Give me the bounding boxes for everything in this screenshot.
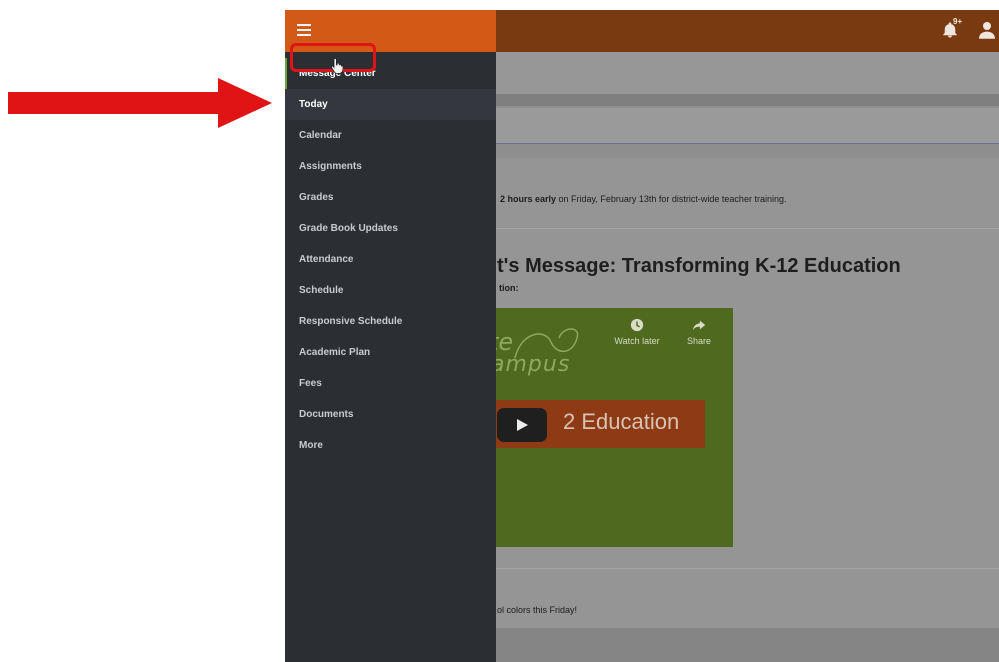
sidebar-item-more[interactable]: More — [285, 430, 496, 461]
hand-cursor-icon — [331, 58, 343, 74]
sidebar-item-schedule[interactable]: Schedule — [285, 275, 496, 306]
notifications-badge: 9+ — [953, 17, 963, 26]
sidebar-item-fees[interactable]: Fees — [285, 368, 496, 399]
hamburger-icon[interactable] — [297, 24, 311, 36]
app-window: 9+ 2 hours early on Friday, February 13t… — [285, 10, 999, 662]
clock-icon — [630, 318, 644, 332]
announcement-text: on Friday, February 13th for district-wi… — [556, 194, 787, 204]
video-banner-text: 2 Education — [563, 409, 680, 434]
sidebar-item-documents[interactable]: Documents — [285, 399, 496, 430]
tab-strip — [485, 108, 999, 144]
notifications-button[interactable]: 9+ — [941, 17, 963, 41]
sidebar-item-grade-book-updates[interactable]: Grade Book Updates — [285, 213, 496, 244]
message-headline: t's Message: Transforming K-12 Education — [497, 255, 901, 277]
sidebar-item-academic-plan[interactable]: Academic Plan — [285, 337, 496, 368]
card-divider — [485, 228, 999, 229]
announcement-bold-text: 2 hours early — [500, 194, 557, 204]
brand-text-line-2: ampus — [491, 352, 571, 377]
sidebar-item-today[interactable]: Today — [285, 89, 496, 120]
announcement-early-release: 2 hours early on Friday, February 13th f… — [500, 194, 786, 204]
card-divider — [485, 568, 999, 569]
watch-later-button[interactable]: Watch later — [605, 318, 669, 346]
message-subhead: tion: — [499, 283, 519, 293]
screenshot-stage: 9+ 2 hours early on Friday, February 13t… — [0, 0, 999, 662]
play-icon[interactable] — [497, 408, 547, 442]
sidebar-item-grades[interactable]: Grades — [285, 182, 496, 213]
sidebar-item-responsive-schedule[interactable]: Responsive Schedule — [285, 306, 496, 337]
announcement-school-colors: ol colors this Friday! — [497, 605, 578, 615]
user-icon — [979, 22, 995, 39]
user-menu-button[interactable] — [979, 21, 999, 41]
share-button[interactable]: Share — [677, 318, 721, 346]
share-arrow-icon — [692, 320, 706, 331]
video-player[interactable]: te ampus Watch later Share 2 Education — [485, 308, 733, 547]
red-arrow-annotation — [8, 78, 272, 128]
sidebar-nav: Message Center Today Calendar Assignment… — [285, 10, 496, 662]
sidebar-item-calendar[interactable]: Calendar — [285, 120, 496, 151]
sidebar-menu: Message Center Today Calendar Assignment… — [285, 58, 496, 461]
sidebar-item-attendance[interactable]: Attendance — [285, 244, 496, 275]
share-label: Share — [686, 336, 712, 346]
sidebar-item-assignments[interactable]: Assignments — [285, 151, 496, 182]
watch-later-label: Watch later — [614, 336, 660, 346]
